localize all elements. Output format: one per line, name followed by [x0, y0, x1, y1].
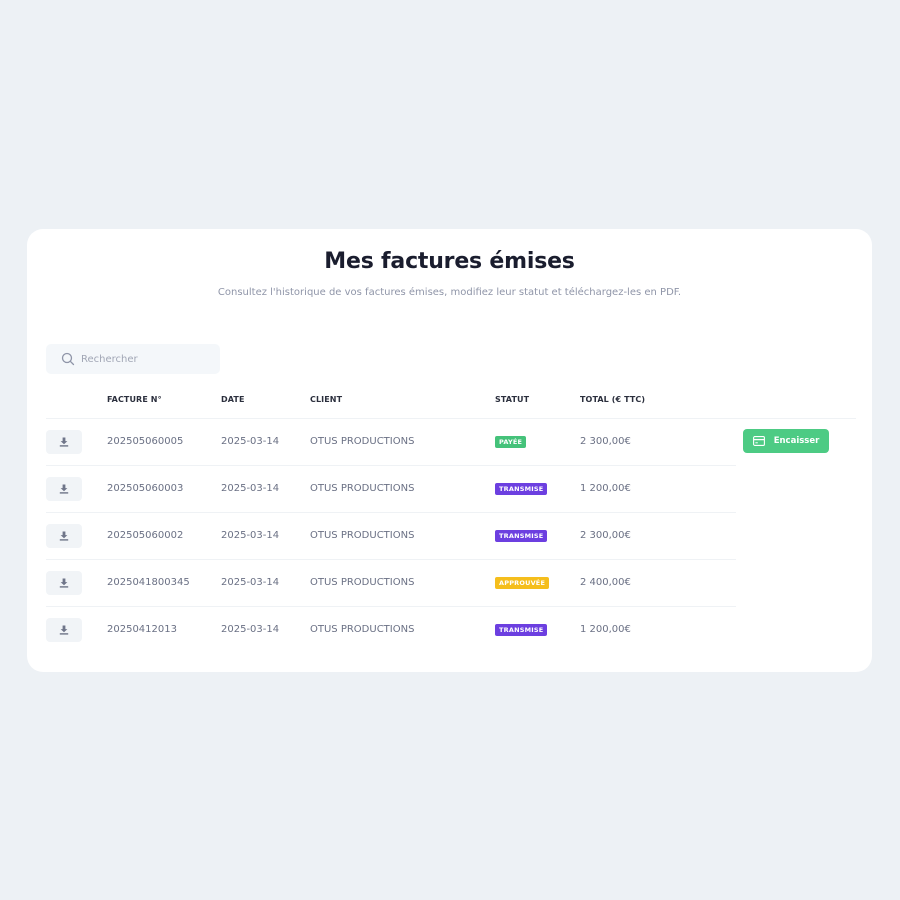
table-row: 202505060003 2025-03-14 OTUS PRODUCTIONS…	[46, 465, 736, 513]
invoice-total: 2 300,00€	[580, 436, 631, 447]
encaisser-button[interactable]: Encaisser	[743, 429, 829, 453]
column-header-client: CLIENT	[310, 395, 343, 404]
status-badge: PAYÉE	[495, 436, 527, 448]
table-row: 202505060005 2025-03-14 OTUS PRODUCTIONS…	[46, 418, 856, 466]
invoice-date: 2025-03-14	[221, 530, 280, 541]
search-input[interactable]	[81, 353, 211, 365]
invoice-date: 2025-03-14	[221, 483, 280, 494]
page-subtitle: Consultez l'historique de vos factures é…	[217, 287, 682, 298]
credit-card-icon	[752, 436, 765, 446]
page-title: Mes factures émises	[324, 249, 575, 274]
status-badge: TRANSMISE	[495, 624, 548, 636]
table-row: 2025041800345 2025-03-14 OTUS PRODUCTION…	[46, 559, 736, 607]
invoice-number: 202505060003	[107, 483, 184, 494]
download-icon	[59, 437, 69, 447]
search-icon	[61, 352, 75, 366]
invoice-date: 2025-03-14	[221, 624, 280, 635]
encaisser-label: Encaisser	[773, 436, 820, 446]
column-header-date: DATE	[221, 395, 245, 404]
invoice-total: 1 200,00€	[580, 624, 631, 635]
download-icon	[59, 625, 69, 635]
invoice-number: 2025041800345	[107, 577, 190, 588]
invoice-number: 202505060005	[107, 436, 184, 447]
download-button[interactable]	[46, 524, 82, 548]
search-box[interactable]	[46, 344, 220, 374]
invoice-total: 2 300,00€	[580, 530, 631, 541]
invoice-client: OTUS PRODUCTIONS	[310, 624, 415, 635]
download-button[interactable]	[46, 618, 82, 642]
invoice-client: OTUS PRODUCTIONS	[310, 530, 415, 541]
download-icon	[59, 578, 69, 588]
invoice-date: 2025-03-14	[221, 577, 280, 588]
status-badge: TRANSMISE	[495, 483, 548, 495]
download-button[interactable]	[46, 477, 82, 501]
invoice-client: OTUS PRODUCTIONS	[310, 577, 415, 588]
column-header-invoice-number: FACTURE N°	[107, 395, 162, 404]
invoices-card: Mes factures émises Consultez l'historiq…	[27, 229, 872, 672]
invoice-client: OTUS PRODUCTIONS	[310, 436, 415, 447]
invoice-number: 20250412013	[107, 624, 177, 635]
download-icon	[59, 531, 69, 541]
invoice-total: 1 200,00€	[580, 483, 631, 494]
invoice-number: 202505060002	[107, 530, 184, 541]
invoice-client: OTUS PRODUCTIONS	[310, 483, 415, 494]
status-badge: TRANSMISE	[495, 530, 548, 542]
column-header-status: STATUT	[495, 395, 530, 404]
download-button[interactable]	[46, 571, 82, 595]
status-badge: APPROUVÉE	[495, 577, 550, 589]
download-button[interactable]	[46, 430, 82, 454]
download-icon	[59, 484, 69, 494]
invoice-total: 2 400,00€	[580, 577, 631, 588]
invoice-date: 2025-03-14	[221, 436, 280, 447]
column-header-total: TOTAL (€ TTC)	[580, 395, 646, 404]
table-row: 20250412013 2025-03-14 OTUS PRODUCTIONS …	[46, 606, 736, 654]
table-row: 202505060002 2025-03-14 OTUS PRODUCTIONS…	[46, 512, 736, 560]
